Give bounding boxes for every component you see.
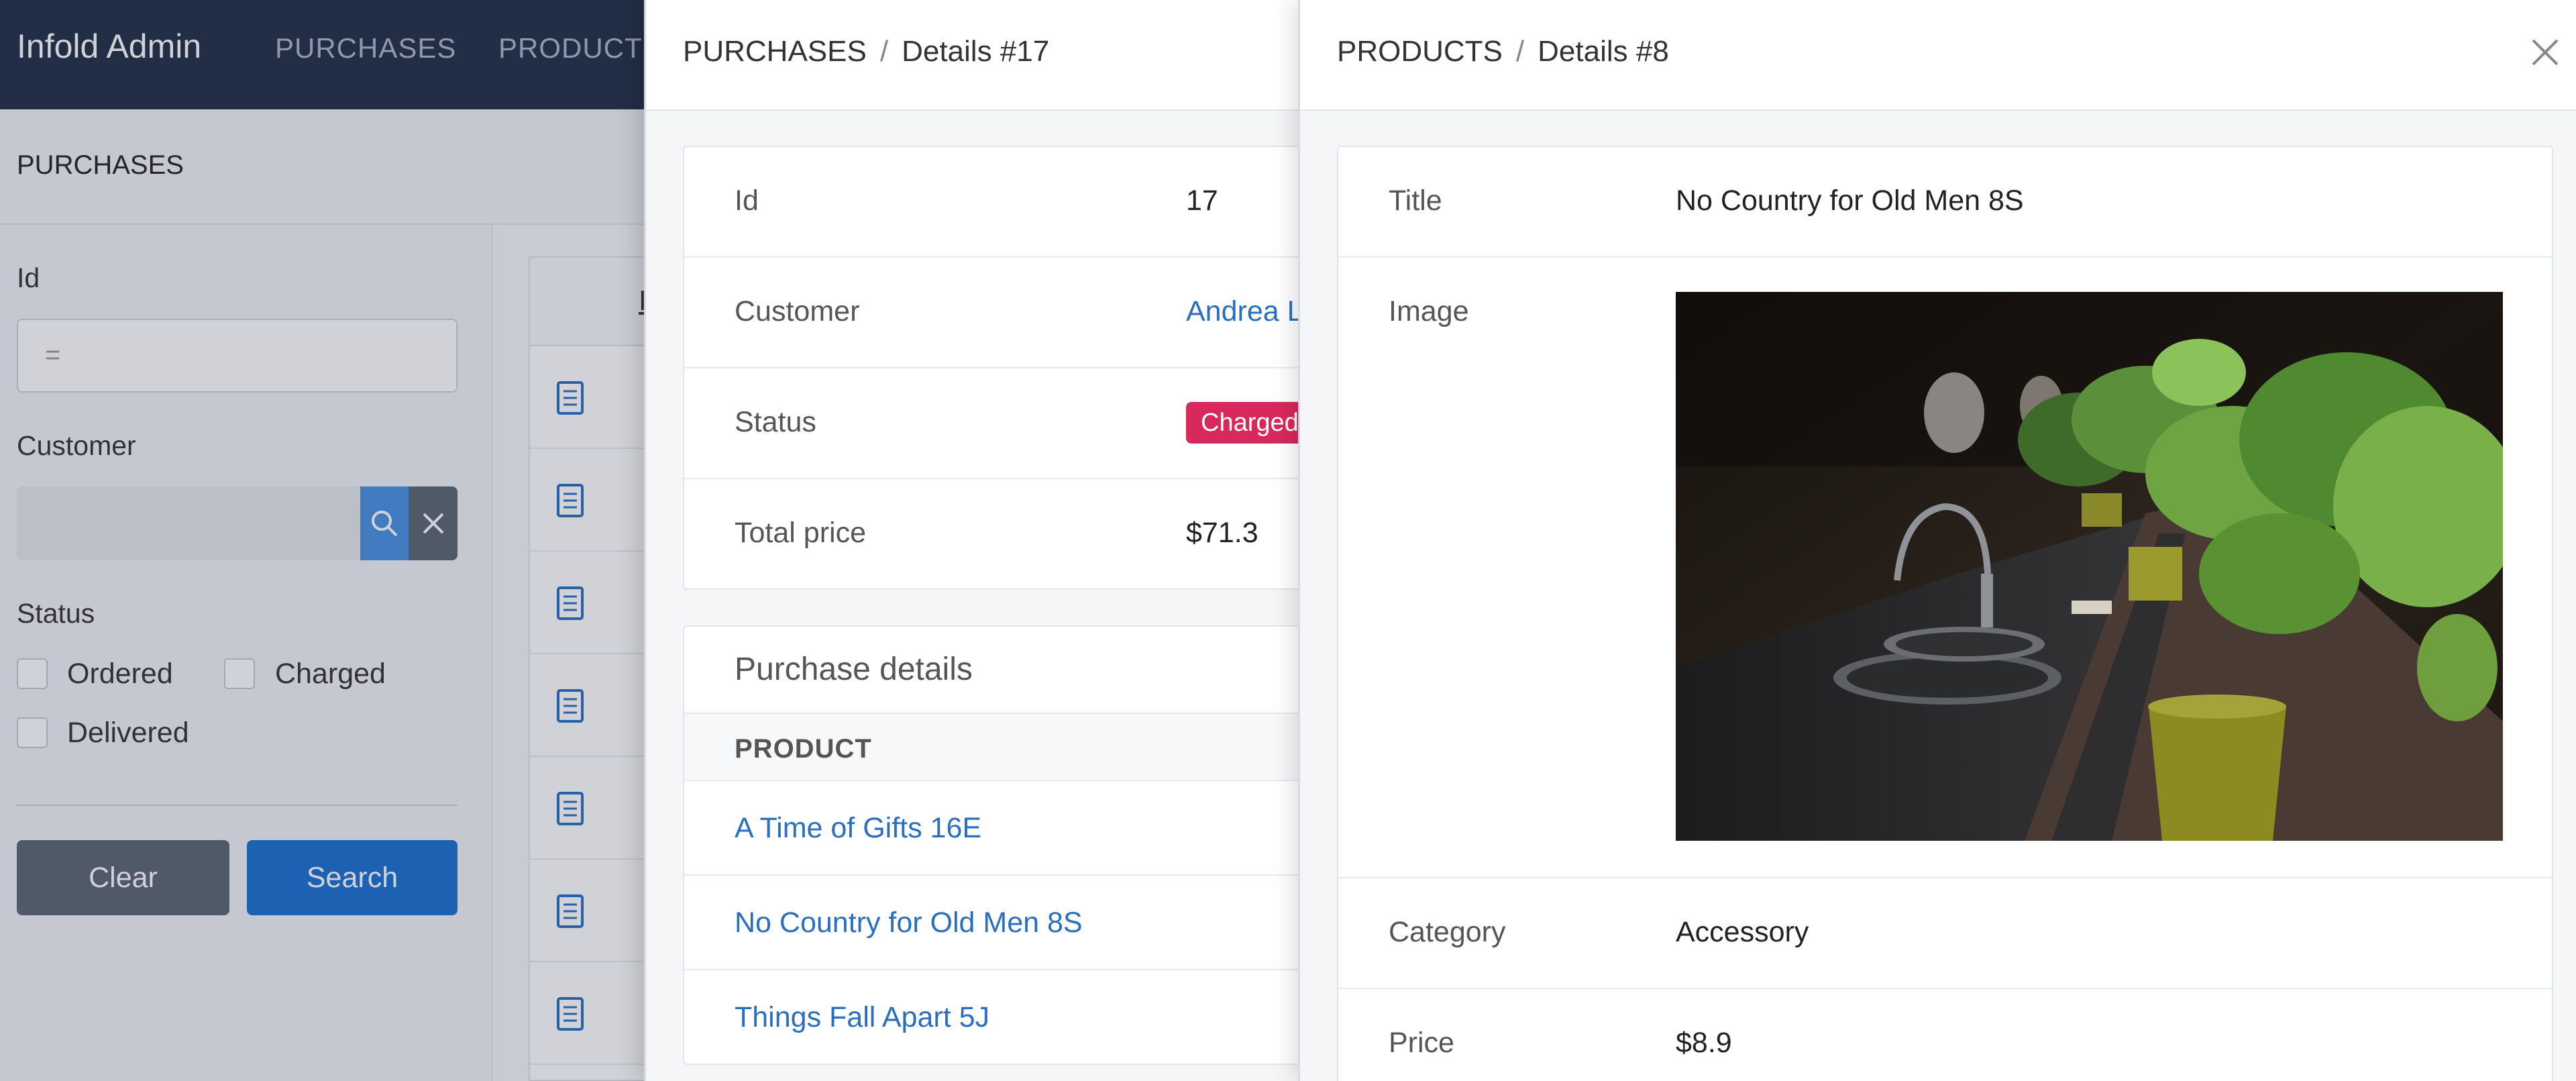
product-link[interactable]: No Country for Old Men 8S	[735, 907, 1083, 939]
product-link[interactable]: A Time of Gifts 16E	[735, 812, 981, 845]
breadcrumb: PURCHASES / Details #17	[683, 35, 1049, 68]
breadcrumb-purchases[interactable]: PURCHASES	[683, 35, 867, 68]
breadcrumb-separator: /	[1515, 35, 1525, 68]
status-badge: Charged	[1186, 402, 1313, 444]
field-row-title: Title No Country for Old Men 8S	[1338, 147, 2552, 258]
breadcrumb-separator: /	[879, 35, 889, 68]
product-summary-card: Title No Country for Old Men 8S Image Ca…	[1337, 146, 2553, 1081]
product-image	[1676, 292, 2503, 841]
field-value: No Country for Old Men 8S	[1676, 185, 2024, 217]
customer-link[interactable]: Andrea L	[1186, 295, 1303, 328]
field-label: Image	[1389, 295, 1469, 327]
field-value: 17	[1186, 185, 1218, 217]
close-icon[interactable]	[2526, 34, 2564, 71]
field-row-category: Category Accessory	[1338, 878, 2552, 989]
field-label: Total price	[735, 517, 866, 549]
product-photo	[1676, 292, 2503, 841]
breadcrumb: PRODUCTS / Details #8	[1337, 35, 1669, 68]
drawer-header: PRODUCTS / Details #8	[1300, 0, 2576, 111]
field-value: $8.9	[1676, 1027, 1732, 1059]
product-details-drawer: PRODUCTS / Details #8 Title No Country for…	[1298, 0, 2576, 1081]
field-label: Id	[735, 185, 759, 217]
breadcrumb-current: Details #8	[1538, 35, 1669, 68]
field-label: Title	[1389, 185, 1442, 217]
field-value: Accessory	[1676, 916, 1809, 948]
field-label: Status	[735, 406, 816, 438]
field-label: Price	[1389, 1027, 1454, 1059]
breadcrumb-current: Details #17	[902, 35, 1050, 68]
section-title: Purchase details	[735, 652, 973, 687]
product-link[interactable]: Things Fall Apart 5J	[735, 1001, 989, 1034]
field-row-price: Price $8.9	[1338, 989, 2552, 1081]
field-label: Category	[1389, 916, 1506, 948]
field-label: Customer	[735, 295, 860, 327]
breadcrumb-products[interactable]: PRODUCTS	[1337, 35, 1503, 68]
field-value: $71.3	[1186, 517, 1258, 549]
column-header-product: PRODUCT	[735, 734, 872, 764]
